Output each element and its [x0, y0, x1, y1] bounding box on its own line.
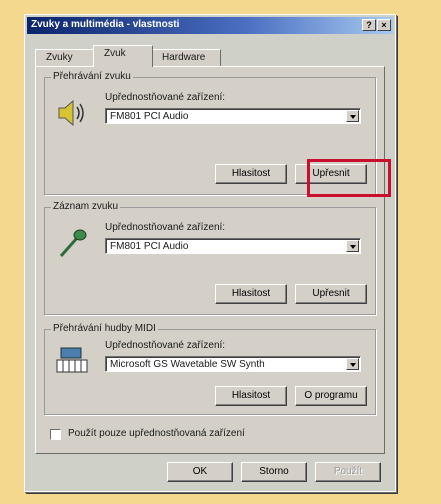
microphone-icon — [59, 229, 87, 257]
midi-keyboard-icon — [56, 347, 88, 373]
ok-button[interactable]: OK — [167, 462, 233, 482]
advanced-button-highlight — [307, 159, 391, 197]
playback-device-label: Upřednostňované zařízení: — [105, 92, 226, 103]
recording-device-value: FM801 PCI Audio — [110, 241, 189, 252]
midi-device-label: Upřednostňované zařízení: — [105, 340, 226, 351]
chevron-down-icon[interactable] — [346, 358, 359, 370]
playback-device-select[interactable]: FM801 PCI Audio — [105, 108, 361, 124]
tab-zvuky[interactable]: Zvuky — [35, 49, 95, 66]
cancel-button[interactable]: Storno — [241, 462, 307, 482]
playback-group-label: Přehrávání zvuku — [51, 71, 133, 82]
close-button[interactable]: × — [377, 19, 391, 31]
recording-group: Záznam zvuku Upřednostňované zařízení: F… — [44, 201, 376, 315]
playback-device-value: FM801 PCI Audio — [110, 111, 189, 122]
midi-device-value: Microsoft GS Wavetable SW Synth — [110, 359, 265, 370]
speaker-icon — [58, 99, 84, 127]
preferred-only-checkbox[interactable] — [50, 429, 61, 440]
midi-group-label: Přehrávání hudby MIDI — [51, 323, 158, 334]
window-title: Zvuky a multimédia - vlastnosti — [31, 19, 180, 30]
chevron-down-icon[interactable] — [346, 240, 359, 252]
recording-group-label: Záznam zvuku — [51, 201, 121, 212]
playback-volume-button[interactable]: Hlasitost — [215, 164, 287, 184]
chevron-down-icon[interactable] — [346, 110, 359, 122]
recording-volume-button[interactable]: Hlasitost — [215, 284, 287, 304]
recording-device-label: Upřednostňované zařízení: — [105, 222, 226, 233]
help-button[interactable]: ? — [362, 19, 376, 31]
recording-advanced-button[interactable]: Upřesnit — [295, 284, 367, 304]
tab-zvuk[interactable]: Zvuk — [93, 45, 153, 67]
recording-device-select[interactable]: FM801 PCI Audio — [105, 238, 361, 254]
midi-about-button[interactable]: O programu — [295, 386, 367, 406]
midi-group: Přehrávání hudby MIDI Upřednostňované za… — [44, 323, 376, 415]
midi-device-select[interactable]: Microsoft GS Wavetable SW Synth — [105, 356, 361, 372]
title-bar[interactable]: Zvuky a multimédia - vlastnosti ? × — [27, 17, 393, 34]
apply-button[interactable]: Použít — [315, 462, 381, 482]
sound-properties-dialog: Zvuky a multimédia - vlastnosti ? × Zvuk… — [24, 14, 396, 492]
tab-panel-zvuk: Přehrávání zvuku Upřednostňované zařízen… — [35, 66, 385, 454]
midi-volume-button[interactable]: Hlasitost — [215, 386, 287, 406]
preferred-only-label[interactable]: Použít pouze upřednostňovaná zařízení — [68, 428, 245, 439]
tab-hardware[interactable]: Hardware — [151, 49, 221, 66]
